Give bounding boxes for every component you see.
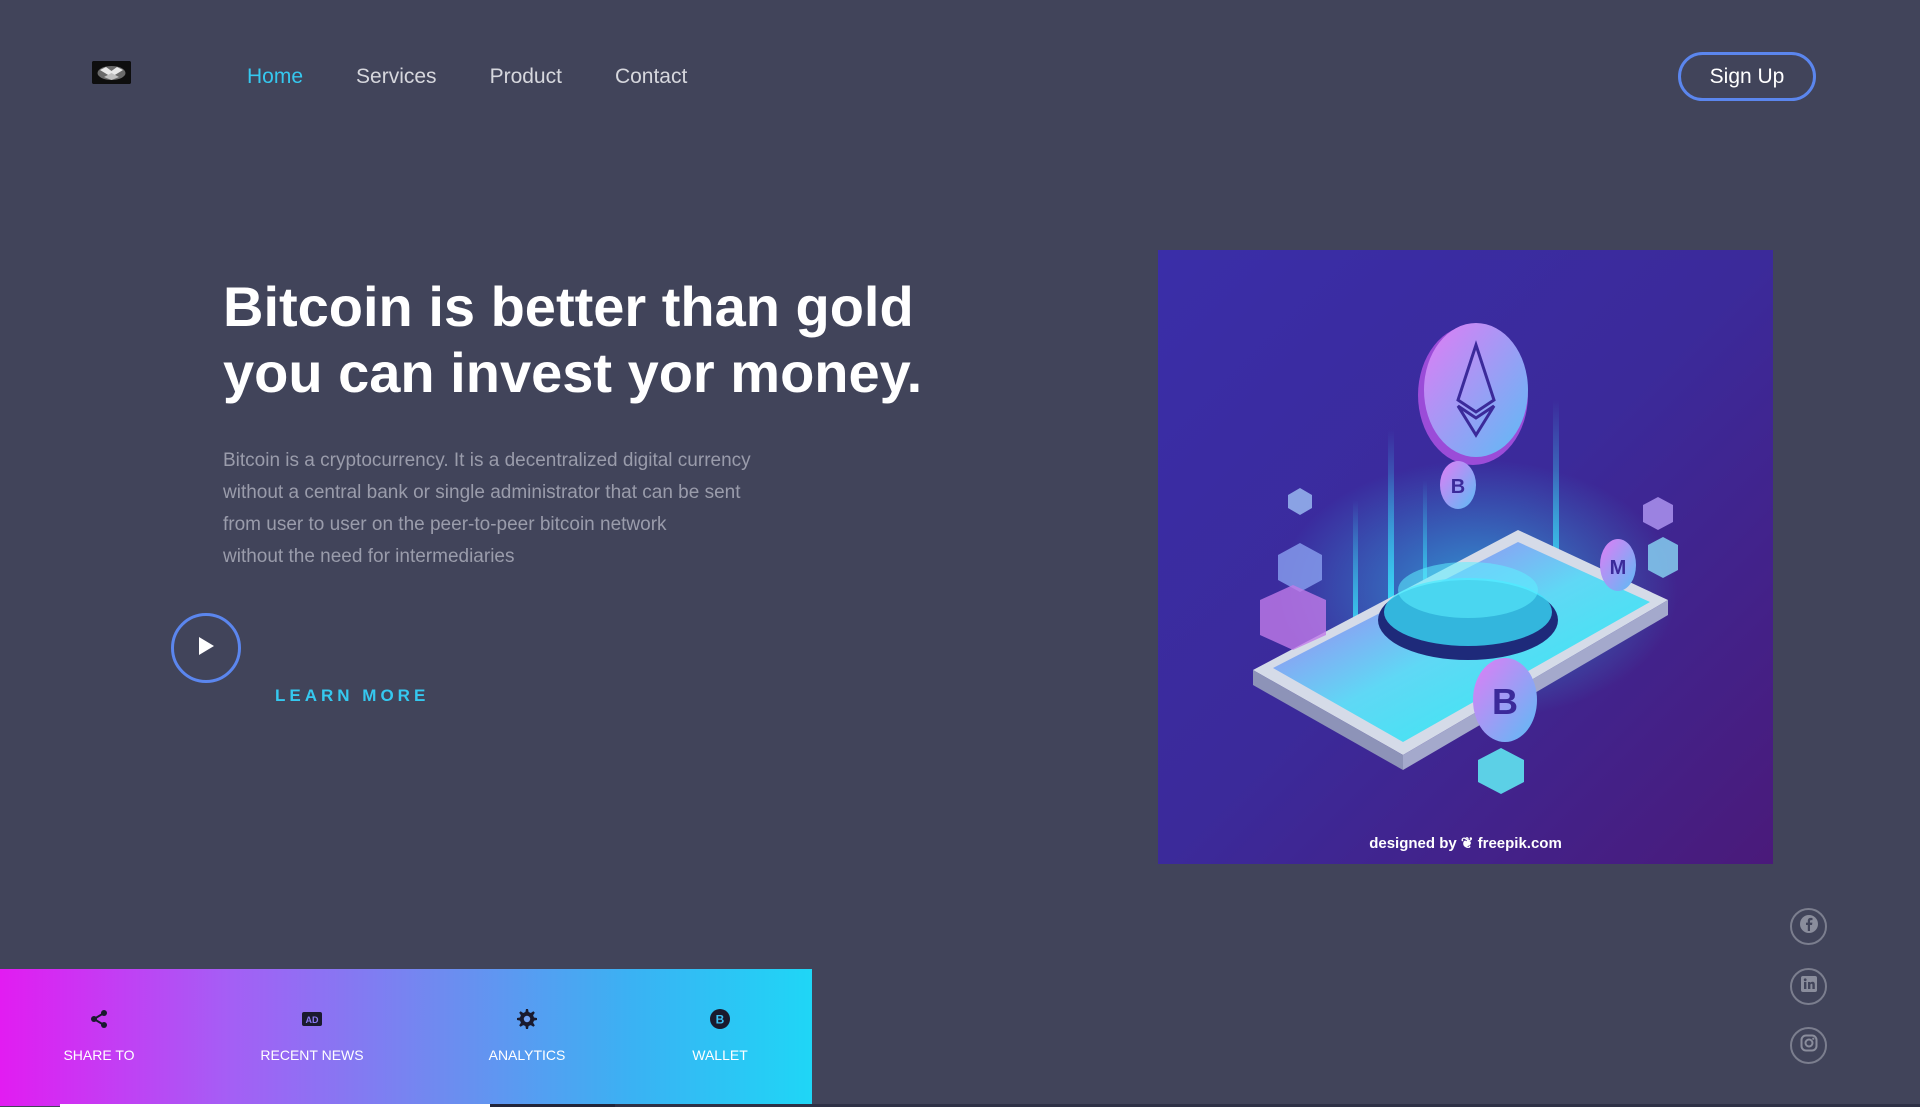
hero-title: Bitcoin is better than gold you can inve… xyxy=(223,274,1023,406)
crypto-illustration: B M B designed by ❦ freepik.com xyxy=(1158,250,1773,864)
nav-services-link[interactable]: Services xyxy=(356,62,437,92)
feature-bar: SHARE TO AD RECENT NEWS ANALYTICS B WALL… xyxy=(0,969,812,1106)
bar-item-analytics[interactable]: ANALYTICS xyxy=(482,969,572,1106)
nav-product-link[interactable]: Product xyxy=(490,62,562,92)
bar-item-label: RECENT NEWS xyxy=(260,1047,364,1063)
instagram-link[interactable] xyxy=(1790,1027,1827,1064)
illustration-credit: designed by ❦ freepik.com xyxy=(1369,835,1562,852)
hero-description-line-4: without the need for intermediaries xyxy=(223,546,515,567)
nav-home-link[interactable]: Home xyxy=(247,62,303,92)
svg-text:AD: AD xyxy=(306,1015,319,1025)
bar-item-share[interactable]: SHARE TO xyxy=(50,969,148,1106)
bar-item-recent-news[interactable]: AD RECENT NEWS xyxy=(256,969,368,1106)
landing-page: Home Services Product Contact Sign Up Bi… xyxy=(0,0,1920,1107)
bar-item-label: WALLET xyxy=(692,1047,748,1063)
hero-description-line-1: Bitcoin is a cryptocurrency. It is a dec… xyxy=(223,450,751,471)
sign-up-button[interactable]: Sign Up xyxy=(1678,52,1816,101)
linkedin-icon xyxy=(1800,975,1818,998)
hero-title-line-2: you can invest yor money. xyxy=(223,341,923,404)
learn-more-link[interactable]: LEARN MORE xyxy=(275,686,429,706)
svg-text:M: M xyxy=(1610,557,1627,579)
facebook-link[interactable] xyxy=(1790,908,1827,945)
hero-title-line-1: Bitcoin is better than gold xyxy=(223,275,914,338)
play-icon xyxy=(197,636,215,661)
hero-description: Bitcoin is a cryptocurrency. It is a dec… xyxy=(223,445,843,573)
svg-text:B: B xyxy=(716,1013,725,1027)
play-video-button[interactable] xyxy=(171,613,241,683)
site-logo[interactable] xyxy=(92,61,131,84)
gear-icon xyxy=(515,1007,539,1031)
instagram-icon xyxy=(1800,1034,1818,1057)
share-icon xyxy=(87,1007,111,1031)
linkedin-link[interactable] xyxy=(1790,968,1827,1005)
main-nav: Home Services Product Contact xyxy=(247,62,740,92)
nav-contact-link[interactable]: Contact xyxy=(615,62,687,92)
svg-text:B: B xyxy=(1451,476,1465,498)
bar-item-wallet[interactable]: B WALLET xyxy=(680,969,760,1106)
hero-description-line-2: without a central bank or single adminis… xyxy=(223,482,741,503)
bar-item-label: SHARE TO xyxy=(63,1047,135,1063)
bar-item-label: ANALYTICS xyxy=(488,1047,566,1063)
ad-icon: AD xyxy=(300,1007,324,1031)
facebook-icon xyxy=(1799,914,1819,939)
svg-text:B: B xyxy=(1492,681,1518,722)
bitcoin-icon: B xyxy=(708,1007,732,1031)
hero-description-line-3: from user to user on the peer-to-peer bi… xyxy=(223,514,667,535)
